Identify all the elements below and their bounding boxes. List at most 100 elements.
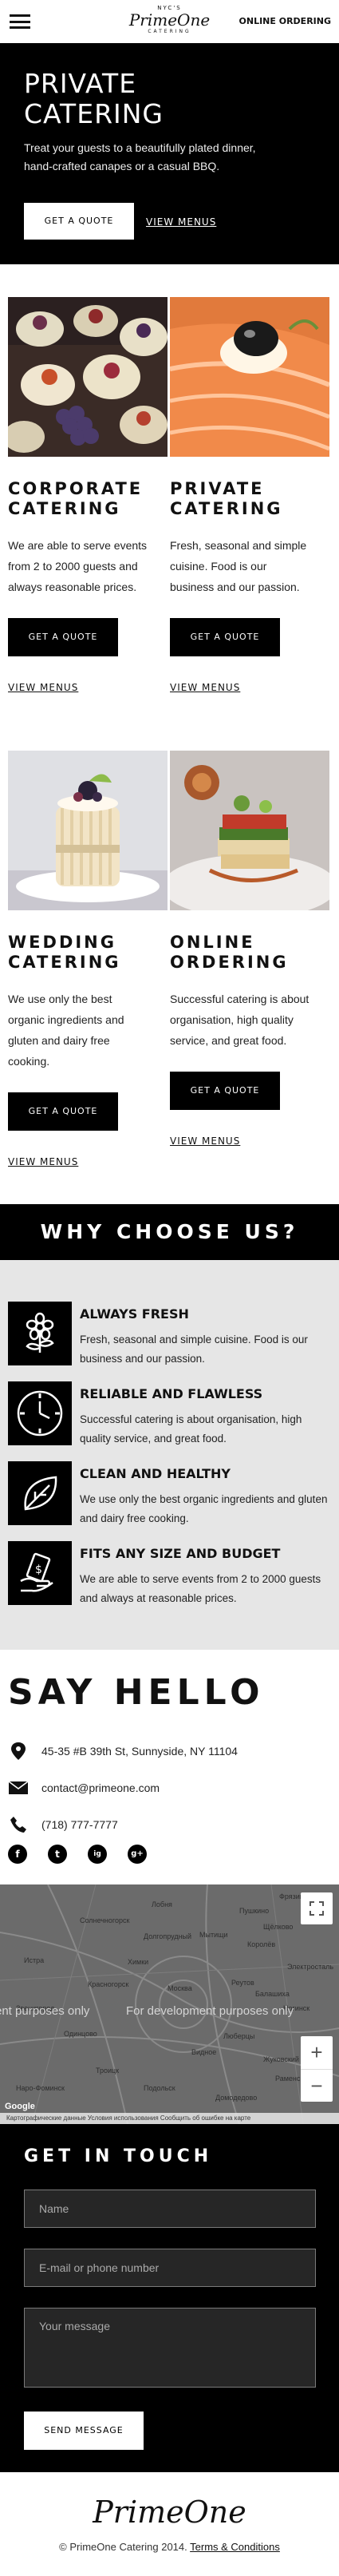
footer-copyright: © PrimeOne Catering 2014. Terms & Condit… bbox=[0, 2541, 339, 2553]
service-text: We use only the best organic ingredients… bbox=[8, 993, 124, 1068]
service-title-line2: CATERING bbox=[170, 499, 283, 518]
map-dev-watermark: For development purposes only bbox=[126, 2004, 294, 2018]
service-view-menus-link[interactable]: VIEW MENUS bbox=[170, 682, 329, 693]
hero-quote-button[interactable]: GET A QUOTE bbox=[24, 203, 134, 240]
map-label: Королёв bbox=[247, 1940, 276, 1948]
why-title: WHY CHOOSE US? bbox=[0, 1204, 339, 1260]
phone-row: (718) 777-7777 bbox=[8, 1816, 118, 1833]
hero-title: PRIVATE CATERING bbox=[24, 69, 164, 129]
address-text: 45-35 #B 39th St, Sunnyside, NY 11104 bbox=[41, 1745, 238, 1758]
service-title: CORPORATE CATERING bbox=[8, 479, 168, 519]
map-label: Подольск bbox=[144, 2084, 175, 2092]
map-label: Балашиха bbox=[255, 1990, 290, 1998]
map-label: Щёлково bbox=[263, 1923, 294, 1931]
why-item-text: We are able to serve events from 2 to 20… bbox=[80, 1573, 321, 1604]
name-field[interactable]: Name bbox=[24, 2190, 316, 2228]
service-title: ONLINE ORDERING bbox=[170, 933, 329, 973]
flower-icon bbox=[8, 1302, 72, 1365]
service-card-online: ONLINE ORDERING Successful catering is ab… bbox=[170, 751, 329, 1147]
address-row: 45-35 #B 39th St, Sunnyside, NY 11104 bbox=[8, 1742, 238, 1760]
service-quote-button[interactable]: GET A QUOTE bbox=[8, 618, 118, 656]
service-card-corporate: CORPORATE CATERING We are able to serve e… bbox=[8, 297, 168, 693]
map[interactable]: Лобня Пушкино Королёв Мытищи Балашиха Хи… bbox=[0, 1884, 339, 2124]
service-title-line1: ONLINE bbox=[170, 933, 255, 952]
svg-text:$: $ bbox=[35, 1563, 42, 1576]
service-text: We are able to serve events from 2 to 20… bbox=[8, 539, 148, 593]
instagram-icon[interactable]: ig bbox=[88, 1845, 107, 1864]
zoom-controls: + − bbox=[301, 2036, 333, 2102]
service-title-line1: PRIVATE bbox=[170, 479, 265, 498]
phone-icon bbox=[8, 1816, 29, 1833]
service-title-line1: WEDDING bbox=[8, 933, 116, 952]
service-card-private: PRIVATE CATERING Fresh, seasonal and simp… bbox=[170, 297, 329, 693]
logo-sub-text: CATERING bbox=[148, 29, 191, 34]
why-item-title: FITS ANY SIZE AND BUDGET bbox=[80, 1546, 281, 1561]
map-label: Красногорск bbox=[88, 1980, 129, 1988]
service-view-menus-link[interactable]: VIEW MENUS bbox=[8, 1156, 168, 1167]
menu-icon[interactable] bbox=[10, 14, 30, 29]
clock-icon bbox=[8, 1381, 72, 1445]
map-label: Истра bbox=[24, 1956, 45, 1964]
hero-title-line1: PRIVATE bbox=[24, 68, 137, 99]
top-bar: NYC'S PrimeOne CATERING ONLINE ORDERING bbox=[0, 0, 339, 43]
map-label: Химки bbox=[128, 1958, 149, 1966]
contact-form-section: GET IN TOUCH Name E-mail or phone number… bbox=[0, 2124, 339, 2472]
zoom-out-button[interactable]: − bbox=[301, 2069, 333, 2102]
footer: PrimeOne © PrimeOne Catering 2014. Terms… bbox=[0, 2472, 339, 2576]
email-link[interactable]: contact@primeone.com bbox=[41, 1781, 160, 1794]
map-label: Видное bbox=[191, 2048, 217, 2056]
service-quote-button[interactable]: GET A QUOTE bbox=[170, 618, 280, 656]
why-item-text: Fresh, seasonal and simple cuisine. Food… bbox=[80, 1334, 308, 1365]
contact-form-title: GET IN TOUCH bbox=[24, 2146, 213, 2166]
service-title: PRIVATE CATERING bbox=[170, 479, 329, 519]
map-label: Одинцово bbox=[64, 2030, 97, 2038]
terms-link[interactable]: Terms & Conditions bbox=[190, 2541, 280, 2553]
email-phone-field[interactable]: E-mail or phone number bbox=[24, 2249, 316, 2287]
map-label: Троицк bbox=[96, 2067, 120, 2075]
map-label: Жуковский bbox=[263, 2055, 299, 2063]
message-field[interactable]: Your message bbox=[24, 2308, 316, 2388]
map-attribution[interactable]: Картографические данные Условия использо… bbox=[0, 2113, 339, 2124]
hero-text: Treat your guests to a beautifully plate… bbox=[24, 141, 256, 172]
service-title-line2: ORDERING bbox=[170, 953, 289, 972]
map-label: Лобня bbox=[152, 1900, 172, 1908]
map-label: Мытищи bbox=[199, 1931, 228, 1939]
service-image-salmon bbox=[170, 297, 329, 457]
service-view-menus-link[interactable]: VIEW MENUS bbox=[8, 682, 168, 693]
online-ordering-link[interactable]: ONLINE ORDERING bbox=[239, 16, 331, 26]
hero: PRIVATE CATERING Treat your guests to a … bbox=[0, 43, 339, 264]
send-message-button[interactable]: SEND MESSAGE bbox=[24, 2412, 144, 2450]
phone-link[interactable]: (718) 777-7777 bbox=[41, 1818, 118, 1831]
why-item-text: We use only the best organic ingredients… bbox=[80, 1493, 328, 1524]
service-text: Successful catering is about organisatio… bbox=[170, 993, 309, 1047]
say-hello-title: SAY HELLO bbox=[8, 1672, 265, 1713]
why-item-title: RELIABLE AND FLAWLESS bbox=[80, 1386, 263, 1401]
google-logo: Google bbox=[5, 2102, 35, 2111]
twitter-icon[interactable]: t bbox=[48, 1845, 67, 1864]
service-text: Fresh, seasonal and simple cuisine. Food… bbox=[170, 539, 307, 593]
envelope-icon bbox=[8, 1779, 29, 1797]
facebook-icon[interactable]: f bbox=[8, 1845, 27, 1864]
logo-main-text: PrimeOne bbox=[128, 10, 211, 30]
map-label: Реутов bbox=[231, 1979, 254, 1987]
why-item-text: Successful catering is about organisatio… bbox=[80, 1413, 302, 1445]
logo[interactable]: NYC'S PrimeOne CATERING bbox=[128, 5, 211, 40]
footer-logo: PrimeOne bbox=[93, 2495, 246, 2530]
service-image-plated bbox=[170, 751, 329, 910]
service-quote-button[interactable]: GET A QUOTE bbox=[8, 1092, 118, 1131]
map-dev-watermark-left: ent purposes only bbox=[0, 2004, 90, 2018]
hero-view-menus-link[interactable]: VIEW MENUS bbox=[146, 216, 216, 228]
why-section: ALWAYS FRESH Fresh, seasonal and simple … bbox=[0, 1260, 339, 1650]
leaf-icon bbox=[8, 1461, 72, 1525]
service-quote-button[interactable]: GET A QUOTE bbox=[170, 1072, 280, 1110]
map-label: Домодедово bbox=[215, 2094, 258, 2102]
email-row: contact@primeone.com bbox=[8, 1779, 160, 1797]
why-item-title: CLEAN AND HEALTHY bbox=[80, 1466, 231, 1481]
service-card-wedding: WEDDING CATERING We use only the best org… bbox=[8, 751, 168, 1167]
zoom-in-button[interactable]: + bbox=[301, 2036, 333, 2069]
service-view-menus-link[interactable]: VIEW MENUS bbox=[170, 1135, 329, 1147]
service-image-cake bbox=[8, 751, 168, 910]
fullscreen-icon[interactable] bbox=[301, 1892, 333, 1924]
map-label: Электросталь bbox=[287, 1963, 334, 1971]
google-plus-icon[interactable]: g+ bbox=[128, 1845, 147, 1864]
